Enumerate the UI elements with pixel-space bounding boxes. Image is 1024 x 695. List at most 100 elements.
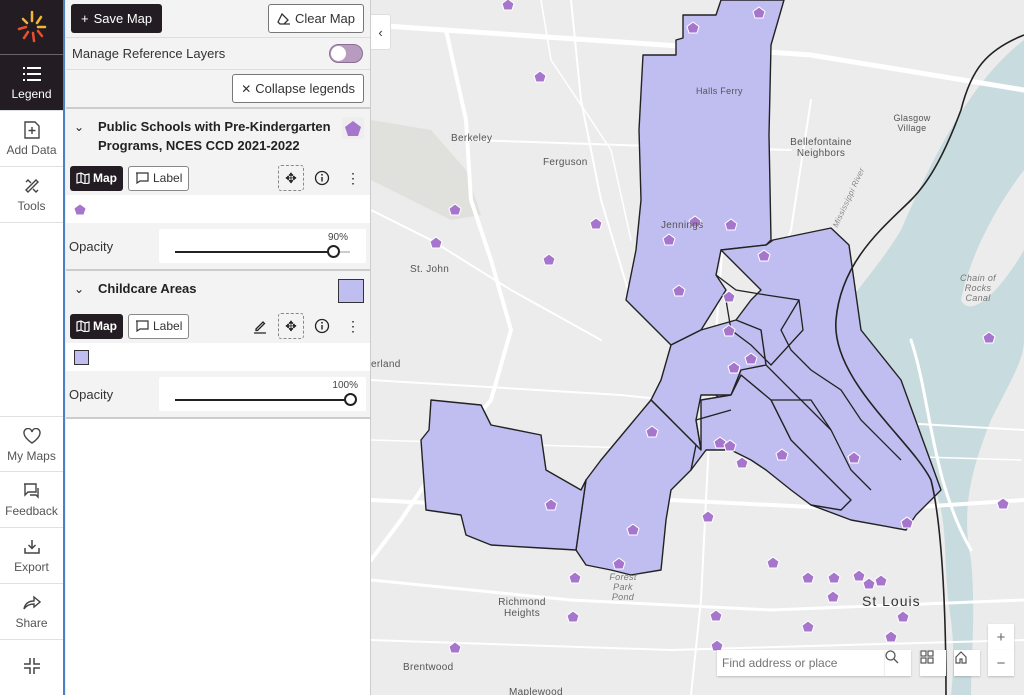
map-label-st-louis: St Louis — [862, 593, 921, 609]
layer-tools: Map Label ✥ ⋮ — [66, 161, 370, 195]
search-input[interactable] — [722, 656, 885, 670]
school-point[interactable] — [827, 571, 841, 584]
label-tab[interactable]: Label — [128, 165, 190, 191]
move-icon[interactable]: ✥ — [278, 313, 304, 339]
edit-pencil-icon[interactable] — [247, 313, 273, 339]
export-icon — [22, 537, 42, 557]
map-tab[interactable]: Map — [70, 313, 123, 339]
rail-item-label: Add Data — [6, 143, 57, 157]
basemap-icon — [920, 650, 934, 664]
label-icon — [136, 172, 149, 184]
rail-item-feedback[interactable]: Feedback — [0, 472, 63, 528]
opacity-slider[interactable]: 90% — [159, 229, 366, 263]
opacity-row: Opacity 90% — [66, 223, 370, 269]
rail-item-my-maps[interactable]: My Maps — [0, 416, 63, 472]
legend-panel: + Save Map Clear Map Manage Reference La… — [66, 0, 371, 695]
school-point[interactable] — [874, 574, 888, 587]
map-icon — [76, 172, 90, 184]
collapse-legends-label: Collapse legends — [255, 81, 355, 96]
more-options-icon[interactable]: ⋮ — [340, 313, 366, 339]
map-label-st-john: St. John — [410, 264, 450, 275]
school-point[interactable] — [884, 630, 898, 643]
chevron-down-icon[interactable]: ⌄ — [74, 117, 92, 134]
add-data-icon — [22, 120, 42, 140]
opacity-row: Opacity 100% — [66, 371, 370, 417]
rail-bottom: My Maps Feedback Export Share — [0, 416, 63, 695]
school-point[interactable] — [852, 569, 866, 582]
school-point[interactable] — [801, 571, 815, 584]
school-point[interactable] — [701, 510, 715, 523]
map-label-brentwood: Brentwood — [403, 662, 454, 673]
school-point[interactable] — [429, 236, 443, 249]
zoom-in-button[interactable]: + — [988, 624, 1014, 650]
save-map-label: Save Map — [93, 11, 153, 26]
school-point[interactable] — [568, 571, 582, 584]
rail-item-share[interactable]: Share — [0, 584, 63, 640]
label-tab[interactable]: Label — [128, 313, 190, 339]
school-point[interactable] — [896, 610, 910, 623]
school-point[interactable] — [589, 217, 603, 230]
rail-item-export[interactable]: Export — [0, 528, 63, 584]
collapse-panel-button[interactable]: ‹ — [371, 14, 391, 50]
school-point[interactable] — [501, 0, 515, 11]
info-icon[interactable] — [309, 165, 335, 191]
map-tab[interactable]: Map — [70, 165, 123, 191]
slider-thumb[interactable] — [326, 245, 340, 258]
rail-item-legend[interactable]: Legend — [0, 55, 63, 111]
school-point[interactable] — [826, 590, 840, 603]
pentagon-legend-icon — [74, 204, 86, 214]
map-label-glasgow: Glasgow Village — [893, 113, 931, 133]
layer-header[interactable]: ⌄ Public Schools with Pre-Kindergarten P… — [66, 109, 370, 161]
opacity-value: 90% — [327, 232, 348, 243]
map-label-richmond-heights: Richmond Heights — [498, 597, 546, 619]
collapse-icon — [22, 656, 42, 676]
school-point[interactable] — [542, 253, 556, 266]
school-point[interactable] — [862, 577, 876, 590]
rail-item-label: Feedback — [5, 504, 58, 518]
layer-header[interactable]: ⌄ Childcare Areas — [66, 271, 370, 309]
square-symbol-icon — [338, 279, 364, 303]
move-icon[interactable]: ✥ — [278, 165, 304, 191]
slider-thumb[interactable] — [344, 393, 357, 406]
manage-reference-layers-toggle[interactable] — [329, 44, 363, 63]
school-point[interactable] — [709, 609, 723, 622]
layer-tools: Map Label ✥ ⋮ — [66, 309, 370, 343]
school-point[interactable] — [735, 456, 749, 469]
rail-item-label: Legend — [11, 87, 52, 101]
chevron-down-icon[interactable]: ⌄ — [74, 279, 92, 296]
rail-item-add-data[interactable]: Add Data — [0, 111, 63, 167]
collapse-legends-button[interactable]: ✕ Collapse legends — [232, 74, 364, 103]
manage-reference-layers-label: Manage Reference Layers — [72, 46, 226, 61]
school-point[interactable] — [566, 610, 580, 623]
legend-symbol-row — [66, 343, 370, 371]
rail-item-collapse[interactable] — [0, 640, 63, 695]
save-map-button[interactable]: + Save Map — [71, 4, 163, 33]
feedback-icon — [22, 481, 42, 501]
rail-item-label: My Maps — [7, 448, 56, 463]
school-point[interactable] — [533, 70, 547, 83]
info-icon[interactable] — [309, 313, 335, 339]
layer-public-schools: ⌄ Public Schools with Pre-Kindergarten P… — [66, 109, 370, 271]
legend-symbol-row — [66, 195, 370, 223]
heart-icon — [22, 426, 42, 446]
search-button[interactable] — [885, 650, 911, 676]
map-label-jennings: Jennings — [661, 220, 704, 231]
school-point[interactable] — [801, 620, 815, 633]
app-logo[interactable] — [0, 0, 63, 55]
zoom-out-button[interactable]: − — [988, 650, 1014, 676]
list-icon — [22, 64, 42, 84]
clear-map-button[interactable]: Clear Map — [268, 4, 364, 33]
home-button[interactable] — [954, 650, 980, 676]
opacity-slider[interactable]: 100% — [159, 377, 366, 411]
more-options-icon[interactable]: ⋮ — [340, 165, 366, 191]
app: Legend Add Data Tools My Maps Feedback E… — [0, 0, 1024, 695]
left-rail: Legend Add Data Tools My Maps Feedback E… — [0, 0, 65, 695]
basemap-gallery-button[interactable] — [920, 650, 946, 676]
school-point[interactable] — [766, 556, 780, 569]
rail-item-tools[interactable]: Tools — [0, 167, 63, 223]
map-view[interactable]: Halls Ferry Berkeley Ferguson Bellefonta… — [371, 0, 1024, 695]
map-icon — [76, 320, 90, 332]
rail-item-label: Export — [14, 560, 49, 574]
search-box[interactable] — [717, 650, 885, 676]
panel-toolbar: + Save Map Clear Map — [66, 0, 370, 38]
